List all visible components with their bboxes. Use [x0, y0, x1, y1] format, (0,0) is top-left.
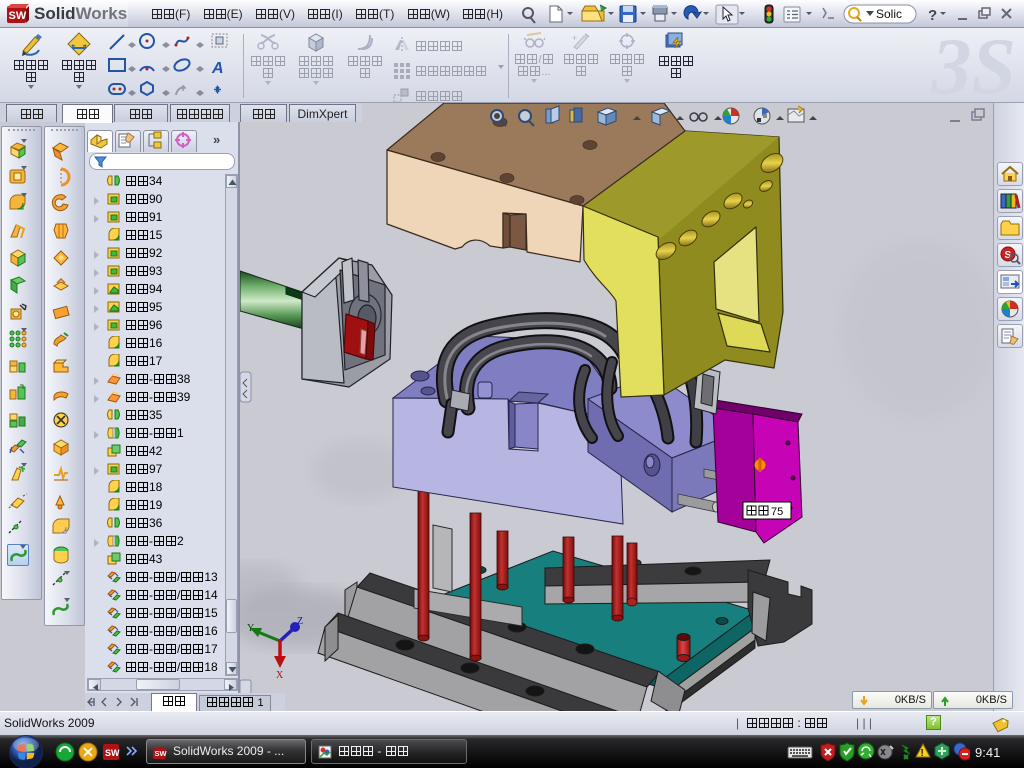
svg-text:A: A [211, 60, 224, 77]
svg-text:Y: Y [247, 623, 254, 634]
svg-text:Solic: Solic [876, 7, 902, 21]
svg-text:SW: SW [9, 10, 27, 22]
svg-text:SW: SW [155, 749, 168, 758]
svg-text:X: X [276, 670, 284, 681]
svg-text:Z: Z [297, 616, 303, 627]
svg-text:75: 75 [771, 506, 783, 518]
svg-text:+: + [572, 33, 577, 43]
svg-text:!: ! [921, 748, 924, 759]
svg-text:SW: SW [105, 748, 120, 758]
